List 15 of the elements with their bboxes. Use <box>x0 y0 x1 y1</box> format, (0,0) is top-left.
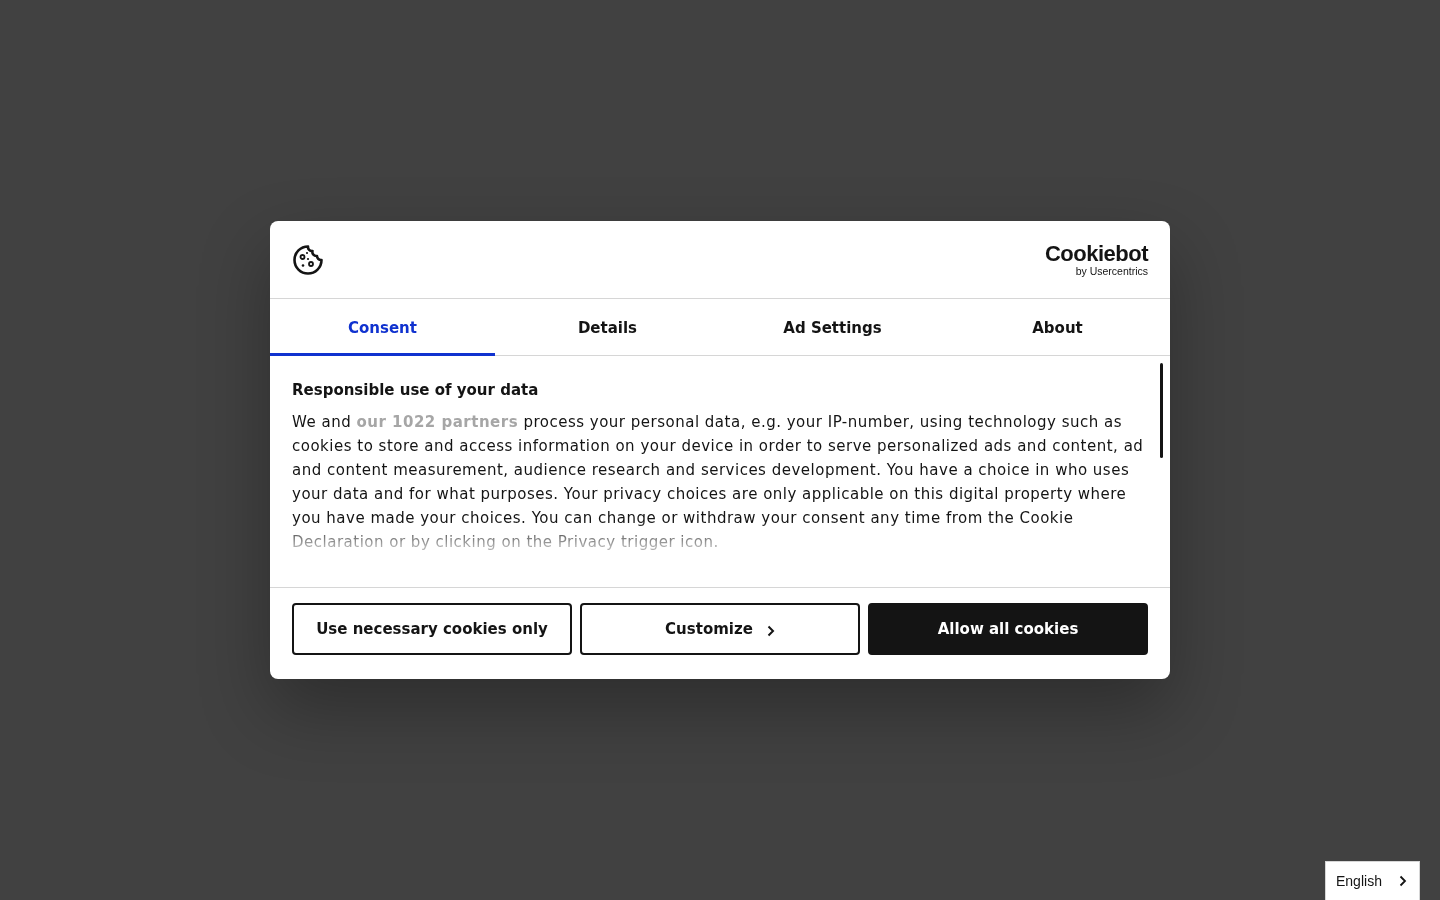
allow-all-button[interactable]: Allow all cookies <box>868 603 1148 655</box>
chevron-right-icon <box>1399 875 1407 887</box>
scrollbar-thumb[interactable] <box>1160 363 1163 458</box>
section-heading: Responsible use of your data <box>292 380 540 400</box>
customize-button[interactable]: Customize <box>580 603 860 655</box>
tab[interactable]: Ad Settings <box>720 299 945 356</box>
tab[interactable]: Details <box>495 299 720 356</box>
language-selector[interactable]: English <box>1325 861 1420 900</box>
brand-logo: Cookiebot by Usercentrics <box>1044 242 1148 277</box>
cookie-icon <box>292 243 324 276</box>
chevron-right-icon <box>766 625 775 637</box>
tab[interactable]: Consent <box>270 299 495 356</box>
necessary-only-button[interactable]: Use necessary cookies only <box>292 603 572 655</box>
consent-text: We and our 1022 partners process your personal data, e.g. your IP-number, using technology such as cookies to store and access information on your device in order to serve personalized ads and content, ad and content measurement, audience research and services development. You have a choice in who uses your data and for what purposes. Your privacy choices are only applicable on this digital property where you have made your choices. You can change or withdraw your consent any time from the Cookie Declaration or by clicking on the Privacy trigger icon. <box>292 412 1145 553</box>
tab[interactable]: About <box>945 299 1170 356</box>
